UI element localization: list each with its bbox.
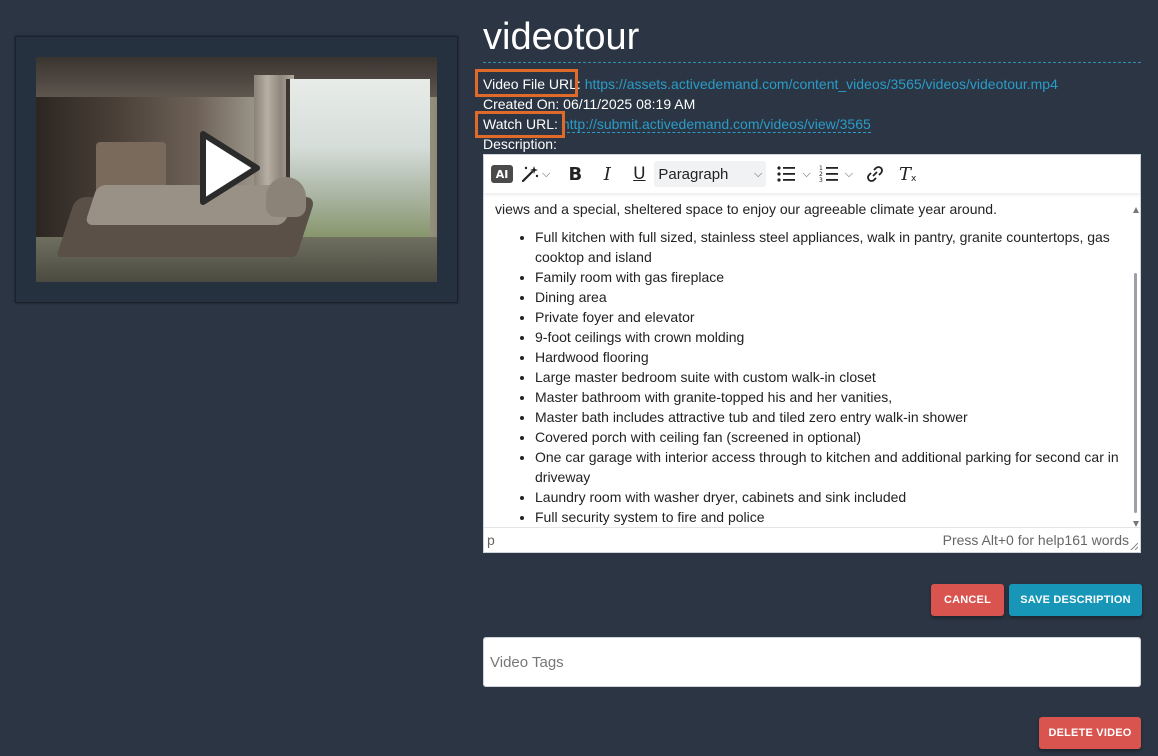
underline-icon[interactable]: U xyxy=(628,161,650,187)
list-item: Covered porch with ceiling fan (screened… xyxy=(535,427,1132,447)
save-description-button[interactable]: SAVE DESCRIPTION xyxy=(1009,584,1142,616)
ai-icon[interactable]: AI xyxy=(491,165,513,183)
highlight-box-watch-url xyxy=(475,111,565,138)
editor-content[interactable]: views and a special, sheltered space to … xyxy=(484,193,1132,527)
editor-statusbar: p Press Alt+0 for help161 words xyxy=(484,527,1140,552)
scrollbar-thumb[interactable] xyxy=(1134,273,1137,513)
highlight-box-file-url xyxy=(475,69,578,97)
created-on-label: Created On: xyxy=(483,96,560,112)
watch-url-link[interactable]: http://submit.activedemand.com/videos/vi… xyxy=(561,116,871,133)
chevron-down-icon[interactable]: ⌵ xyxy=(542,167,550,181)
chevron-down-icon[interactable]: ⌵ xyxy=(802,167,810,181)
statusbar-right: Press Alt+0 for help161 words xyxy=(943,532,1129,548)
cancel-button[interactable]: CANCEL xyxy=(931,584,1004,616)
video-title[interactable]: videotour xyxy=(483,12,1141,63)
play-icon[interactable] xyxy=(197,130,261,206)
video-file-url-link[interactable]: https://assets.activedemand.com/content_… xyxy=(585,76,1058,92)
element-path[interactable]: p xyxy=(487,532,495,548)
created-on-value: 06/11/2025 08:19 AM xyxy=(563,96,696,112)
video-tags-input[interactable] xyxy=(483,637,1141,687)
feature-list: Full kitchen with full sized, stainless … xyxy=(484,227,1132,527)
list-item: Master bath includes attractive tub and … xyxy=(535,407,1132,427)
list-item: Full kitchen with full sized, stainless … xyxy=(535,227,1132,267)
list-item: Master bathroom with granite-topped his … xyxy=(535,387,1132,407)
list-item: Large master bedroom suite with custom w… xyxy=(535,367,1132,387)
italic-icon[interactable]: I xyxy=(596,161,618,187)
chevron-down-icon[interactable]: ⌵ xyxy=(845,167,853,181)
bold-icon[interactable]: B xyxy=(564,161,586,187)
svg-text:3: 3 xyxy=(819,177,823,183)
list-item: Hardwood flooring xyxy=(535,347,1132,367)
numbered-list-icon[interactable]: 123 ⌵ xyxy=(819,161,853,187)
list-item: 9-foot ceilings with crown molding xyxy=(535,327,1132,347)
link-icon[interactable] xyxy=(865,161,885,187)
editor-toolbar: AI ⌵ B I U Paragraph ⌵ ⌵ 123 ⌵ Tx xyxy=(484,155,1140,193)
video-preview-card xyxy=(15,36,458,303)
block-format-select[interactable]: Paragraph ⌵ xyxy=(654,161,767,187)
bullet-list-icon[interactable]: ⌵ xyxy=(776,161,811,187)
intro-paragraph: views and a special, sheltered space to … xyxy=(495,201,997,217)
list-item: One car garage with interior access thro… xyxy=(535,447,1132,487)
list-item: Full security system to fire and police xyxy=(535,507,1132,527)
delete-video-button[interactable]: DELETE VIDEO xyxy=(1039,717,1141,749)
editor-scrollbar[interactable] xyxy=(1133,207,1139,527)
description-editor: AI ⌵ B I U Paragraph ⌵ ⌵ 123 ⌵ Tx views … xyxy=(483,154,1141,553)
help-hint: Press Alt+0 for help xyxy=(942,532,1065,548)
clear-format-icon[interactable]: Tx xyxy=(899,161,916,187)
list-item: Family room with gas fireplace xyxy=(535,267,1132,287)
chevron-down-icon: ⌵ xyxy=(754,167,763,180)
resize-handle-icon[interactable] xyxy=(1130,542,1138,550)
list-item: Dining area xyxy=(535,287,1132,307)
video-thumbnail[interactable] xyxy=(36,57,437,282)
block-format-value: Paragraph xyxy=(658,165,729,183)
word-count[interactable]: 161 words xyxy=(1064,532,1129,548)
scroll-up-arrow-icon[interactable] xyxy=(1133,207,1139,213)
list-item: Private foyer and elevator xyxy=(535,307,1132,327)
magic-wand-icon[interactable]: ⌵ xyxy=(520,161,550,187)
list-item: Laundry room with washer dryer, cabinets… xyxy=(535,487,1132,507)
